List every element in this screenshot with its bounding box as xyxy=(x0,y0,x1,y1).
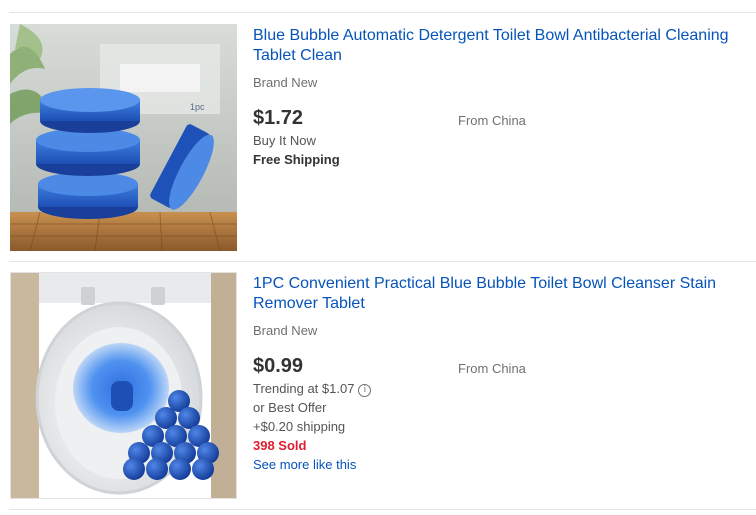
listing-1-price: $1.72 xyxy=(253,107,304,129)
listing-1-condition: Brand New xyxy=(253,75,318,90)
listing-2-price: $0.99 xyxy=(253,355,304,377)
trending-label: Trending at $1.07 xyxy=(253,381,355,396)
see-more-like-this-link[interactable]: See more like this xyxy=(253,457,356,473)
listing-2-trending: Trending at $1.07 i xyxy=(253,381,372,397)
bottom-divider xyxy=(9,509,756,510)
listing-1-format: Buy It Now xyxy=(253,133,316,148)
listing-1-shipping: Free Shipping xyxy=(253,152,340,167)
listing-1-image[interactable]: 1pc xyxy=(10,24,237,251)
listing-divider xyxy=(9,261,756,262)
info-icon[interactable]: i xyxy=(358,384,372,397)
listing-2-sold-count: 398 Sold xyxy=(253,438,307,453)
top-divider xyxy=(9,12,756,13)
image-label: 1pc xyxy=(190,102,205,112)
listing-2-origin: From China xyxy=(458,361,526,376)
listing-1-title-link[interactable]: Blue Bubble Automatic Detergent Toilet B… xyxy=(253,26,748,66)
listing-2-shipping: +$0.20 shipping xyxy=(253,419,346,434)
listing-1-origin: From China xyxy=(458,113,526,128)
listing-2-image[interactable] xyxy=(10,272,237,499)
listing-2-best-offer: or Best Offer xyxy=(253,400,327,415)
listing-2-condition: Brand New xyxy=(253,323,318,338)
listing-2-title-link[interactable]: 1PC Convenient Practical Blue Bubble Toi… xyxy=(253,274,748,314)
